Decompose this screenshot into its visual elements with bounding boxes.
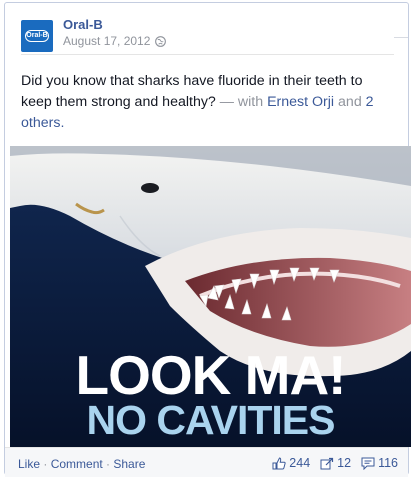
post-actions: Like · Comment · Share	[18, 457, 146, 471]
post-footer: Like · Comment · Share 244 12 116	[5, 447, 408, 477]
caption-line-1: LOOK MA!	[75, 344, 346, 406]
post-date[interactable]: August 17, 2012	[63, 34, 150, 48]
tagged-person-link[interactable]: Ernest Orji	[267, 94, 334, 110]
like-count[interactable]: 244	[272, 456, 310, 470]
page-name-link[interactable]: Oral-B	[63, 17, 103, 32]
like-link[interactable]: Like	[18, 457, 40, 471]
oral-b-logo: Oral-B	[25, 30, 49, 42]
post-card: Oral-B Oral-B August 17, 2012 Did you kn…	[4, 2, 411, 477]
comment-count[interactable]: 116	[361, 456, 398, 470]
header-divider	[21, 54, 394, 55]
post-text: Did you know that sharks have fluoride i…	[21, 73, 374, 131]
comment-link[interactable]: Comment	[51, 457, 103, 471]
globe-icon	[155, 35, 167, 47]
share-count[interactable]: 12	[320, 456, 351, 470]
post-counts: 244 12 116	[272, 456, 398, 470]
post-photo[interactable]: LOOK MA! NO CAVITIES	[10, 146, 411, 447]
share-icon	[320, 457, 334, 469]
caption-line-2: NO CAVITIES	[86, 397, 336, 443]
page-avatar[interactable]: Oral-B	[21, 20, 53, 52]
thumbs-up-icon	[272, 456, 286, 469]
header-corner-divider	[394, 37, 408, 52]
share-link[interactable]: Share	[113, 457, 145, 471]
comment-icon	[361, 457, 375, 470]
post-meta: August 17, 2012	[63, 34, 167, 48]
